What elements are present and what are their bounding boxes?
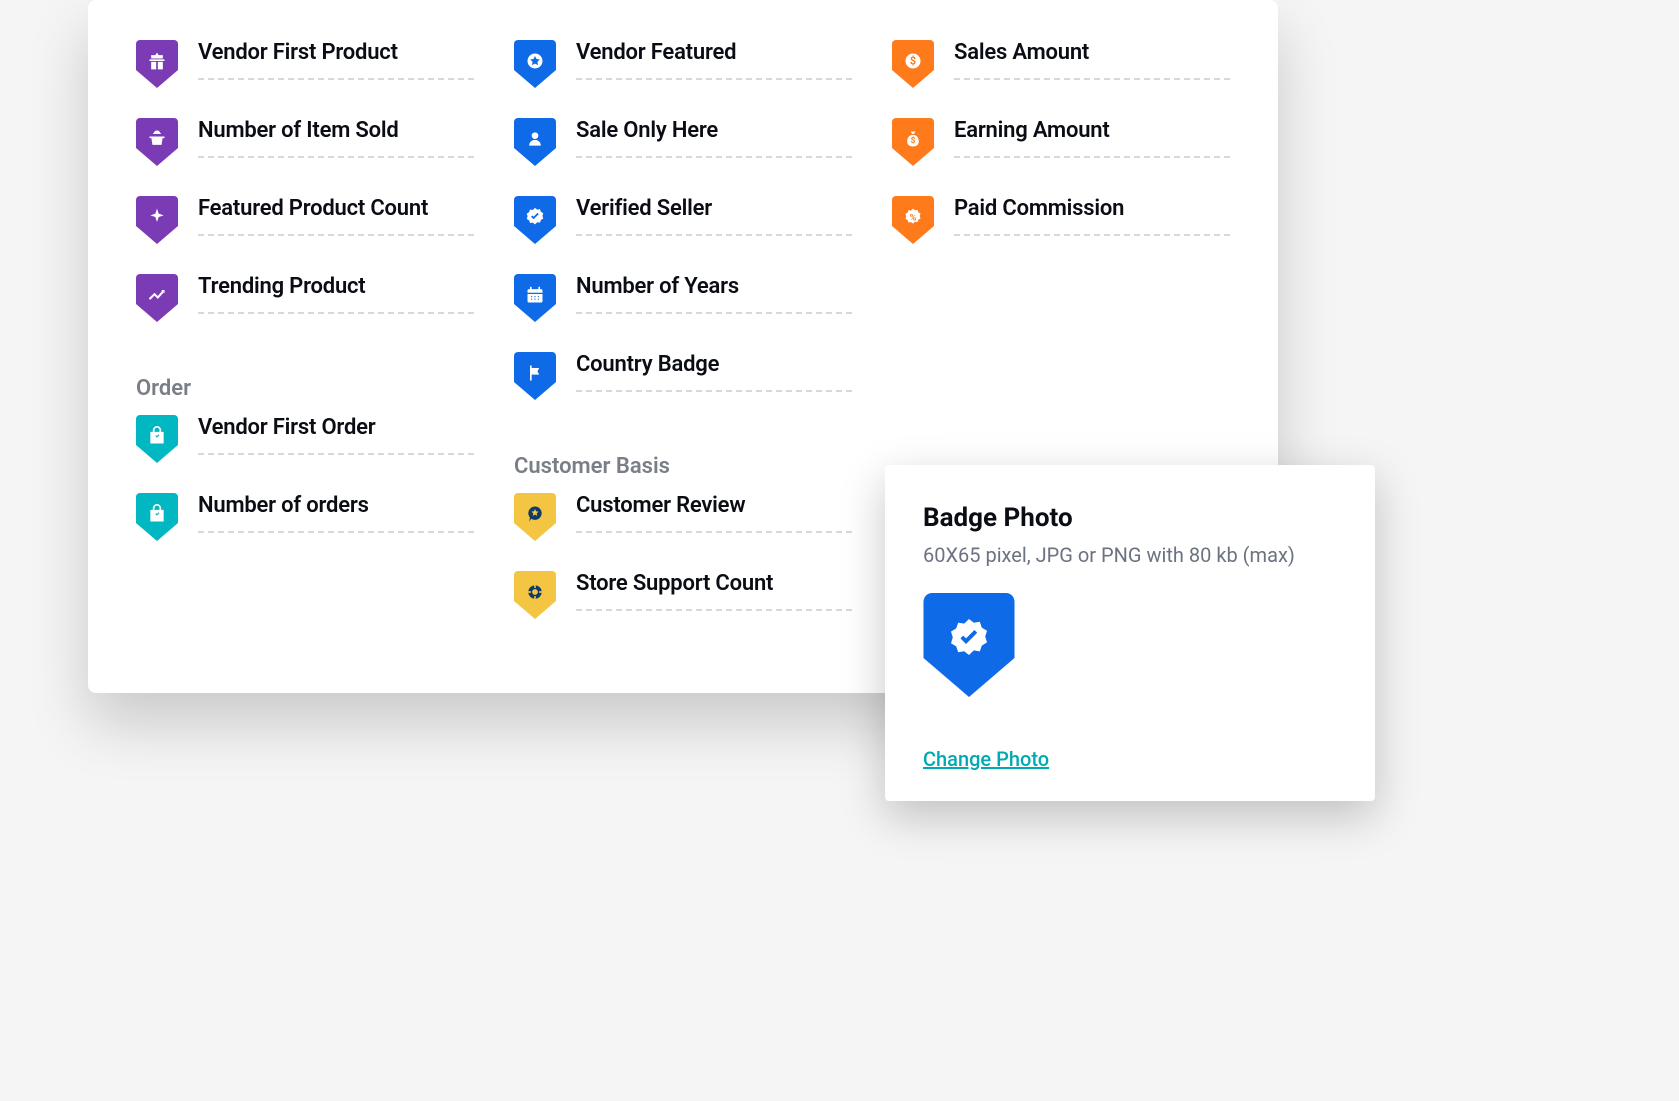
divider bbox=[198, 78, 474, 80]
badge-row[interactable]: Number of orders bbox=[136, 493, 474, 541]
badge-photo-popup: Badge Photo 60X65 pixel, JPG or PNG with… bbox=[885, 465, 1375, 801]
badge-content: Number of Item Sold bbox=[198, 118, 474, 158]
bag-shield-icon bbox=[136, 493, 178, 541]
divider bbox=[576, 609, 852, 611]
star-shield-icon bbox=[514, 40, 556, 88]
divider bbox=[576, 531, 852, 533]
badge-row[interactable]: Customer Review bbox=[514, 493, 852, 541]
badge-content: Sales Amount bbox=[954, 40, 1230, 80]
badge-content: Trending Product bbox=[198, 274, 474, 314]
badge-label: Country Badge bbox=[576, 352, 852, 377]
divider bbox=[954, 78, 1230, 80]
change-photo-link[interactable]: Change Photo bbox=[923, 747, 1049, 771]
bag-shield-icon bbox=[136, 415, 178, 463]
badge-label: Sale Only Here bbox=[576, 118, 852, 143]
badge-row[interactable]: Vendor Featured bbox=[514, 40, 852, 88]
badge-row[interactable]: $ Sales Amount bbox=[892, 40, 1230, 88]
badge-content: Vendor Featured bbox=[576, 40, 852, 80]
divider bbox=[576, 312, 852, 314]
badge-row[interactable]: Number of Item Sold bbox=[136, 118, 474, 166]
popup-title: Badge Photo bbox=[923, 503, 1337, 533]
badge-label: Number of Years bbox=[576, 274, 852, 299]
review-shield-icon bbox=[514, 493, 556, 541]
divider bbox=[198, 234, 474, 236]
divider bbox=[954, 234, 1230, 236]
badge-content: Paid Commission bbox=[954, 196, 1230, 236]
gift-shield-icon bbox=[136, 40, 178, 88]
badge-row[interactable]: % Paid Commission bbox=[892, 196, 1230, 244]
badge-content: Number of Years bbox=[576, 274, 852, 314]
divider bbox=[576, 234, 852, 236]
flag-shield-icon bbox=[514, 352, 556, 400]
divider bbox=[198, 531, 474, 533]
badge-row[interactable]: Trending Product bbox=[136, 274, 474, 322]
percent-shield-icon: % bbox=[892, 196, 934, 244]
section-title: Order bbox=[136, 376, 474, 401]
badge-content: Vendor First Order bbox=[198, 415, 474, 455]
badge-label: Number of orders bbox=[198, 493, 474, 518]
section-title: Customer Basis bbox=[514, 454, 852, 479]
badge-content: Vendor First Product bbox=[198, 40, 474, 80]
verified-shield-icon bbox=[514, 196, 556, 244]
badge-row[interactable]: $ Earning Amount bbox=[892, 118, 1230, 166]
badge-content: Sale Only Here bbox=[576, 118, 852, 158]
badge-label: Trending Product bbox=[198, 274, 474, 299]
badge-row[interactable]: Number of Years bbox=[514, 274, 852, 322]
column-2: Vendor Featured Sale Only Here Verified Se… bbox=[514, 40, 852, 653]
badge-row[interactable]: Vendor First Product bbox=[136, 40, 474, 88]
svg-text:$: $ bbox=[910, 54, 916, 67]
badge-row[interactable]: Verified Seller bbox=[514, 196, 852, 244]
badge-row[interactable]: Sale Only Here bbox=[514, 118, 852, 166]
badge-preview bbox=[923, 593, 1015, 697]
badge-label: Store Support Count bbox=[576, 571, 852, 596]
badge-content: Earning Amount bbox=[954, 118, 1230, 158]
badge-label: Paid Commission bbox=[954, 196, 1230, 221]
svg-text:%: % bbox=[910, 213, 917, 223]
support-shield-icon bbox=[514, 571, 556, 619]
badge-content: Store Support Count bbox=[576, 571, 852, 611]
badge-row[interactable]: Country Badge bbox=[514, 352, 852, 400]
divider bbox=[198, 453, 474, 455]
divider bbox=[198, 312, 474, 314]
divider bbox=[576, 156, 852, 158]
badge-label: Vendor Featured bbox=[576, 40, 852, 65]
basket-shield-icon bbox=[136, 118, 178, 166]
sparkle-shield-icon bbox=[136, 196, 178, 244]
badge-label: Sales Amount bbox=[954, 40, 1230, 65]
moneybag-shield-icon: $ bbox=[892, 118, 934, 166]
badge-content: Featured Product Count bbox=[198, 196, 474, 236]
divider bbox=[198, 156, 474, 158]
badge-content: Country Badge bbox=[576, 352, 852, 392]
badge-label: Vendor First Order bbox=[198, 415, 474, 440]
popup-subtitle: 60X65 pixel, JPG or PNG with 80 kb (max) bbox=[923, 543, 1337, 567]
badge-label: Verified Seller bbox=[576, 196, 852, 221]
badge-content: Customer Review bbox=[576, 493, 852, 533]
badge-content: Verified Seller bbox=[576, 196, 852, 236]
divider bbox=[576, 390, 852, 392]
divider bbox=[576, 78, 852, 80]
badge-row[interactable]: Featured Product Count bbox=[136, 196, 474, 244]
badge-content: Number of orders bbox=[198, 493, 474, 533]
badge-row[interactable]: Store Support Count bbox=[514, 571, 852, 619]
dollar-shield-icon: $ bbox=[892, 40, 934, 88]
person-shield-icon bbox=[514, 118, 556, 166]
badge-label: Earning Amount bbox=[954, 118, 1230, 143]
badge-label: Number of Item Sold bbox=[198, 118, 474, 143]
trend-shield-icon bbox=[136, 274, 178, 322]
svg-text:$: $ bbox=[911, 135, 916, 146]
badge-label: Vendor First Product bbox=[198, 40, 474, 65]
badge-label: Featured Product Count bbox=[198, 196, 474, 221]
column-1: Vendor First Product Number of Item Sold F… bbox=[136, 40, 474, 653]
calendar-shield-icon bbox=[514, 274, 556, 322]
badge-row[interactable]: Vendor First Order bbox=[136, 415, 474, 463]
divider bbox=[954, 156, 1230, 158]
badge-label: Customer Review bbox=[576, 493, 852, 518]
